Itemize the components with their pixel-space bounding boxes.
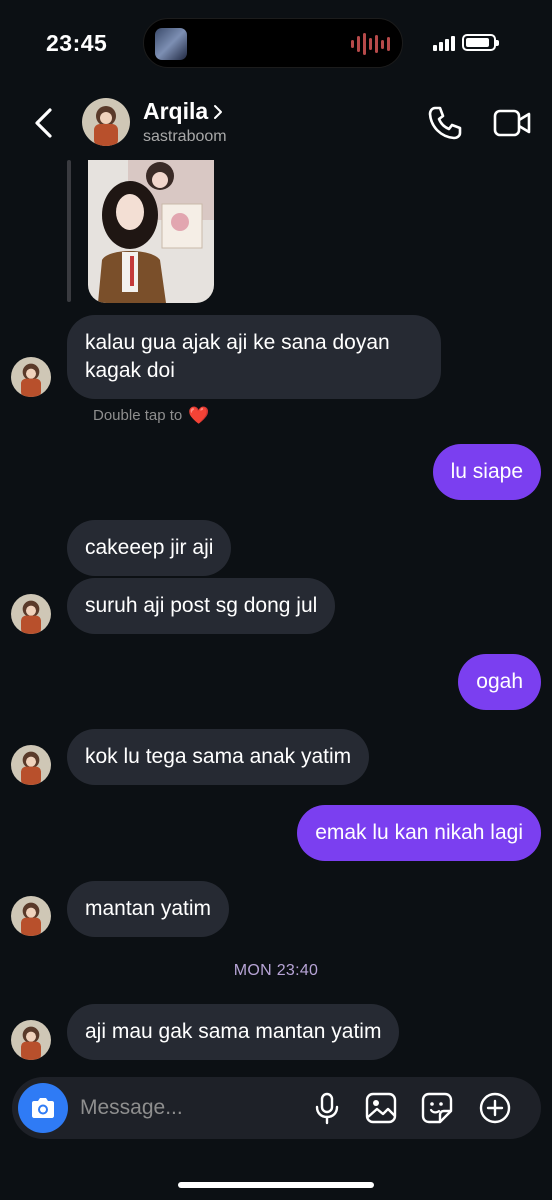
incoming-message[interactable]: mantan yatim [67,881,230,937]
battery-level [466,38,489,47]
now-playing-artwork [155,28,187,60]
home-indicator[interactable] [178,1182,374,1188]
sender-avatar[interactable] [11,594,51,634]
incoming-message[interactable]: cakeeep jir aji [67,520,232,576]
message-text: kok lu tega sama anak yatim [85,745,352,768]
outgoing-message[interactable]: lu siape [432,444,541,500]
plus-icon[interactable] [478,1091,512,1125]
status-icons [433,34,499,51]
contact-avatar[interactable] [82,98,130,146]
contact-name-row[interactable]: Arqila [143,98,224,125]
message-text: kalau gua ajak aji ke sana doyan [85,331,390,354]
chat-timestamp: MON 23:40 [233,962,319,979]
signal-icon [433,35,455,51]
phone-icon[interactable] [426,104,464,142]
status-time: 23:45 [46,30,108,56]
sender-avatar[interactable] [11,357,51,397]
message-text: aji mau gak sama mantan yatim [85,1020,382,1043]
outgoing-message[interactable]: ogah [458,654,541,710]
camera-icon [32,1098,54,1118]
microphone-icon[interactable] [310,1091,344,1125]
heart-icon: ❤️ [188,406,210,425]
sender-avatar[interactable] [11,745,51,785]
double-tap-text: Double tap to [93,407,183,424]
sticker-icon[interactable] [420,1091,454,1125]
dynamic-island[interactable] [143,18,403,68]
contact-name[interactable]: Arqila [143,98,208,125]
incoming-message[interactable]: kok lu tega sama anak yatim [67,729,370,785]
chevron-right-icon [214,104,223,119]
shared-photo[interactable] [88,160,214,303]
incoming-message[interactable]: kalau gua ajak aji ke sana doyan kagak d… [67,315,441,399]
battery-icon [462,34,499,51]
back-icon[interactable] [30,106,58,140]
reply-indicator [67,160,71,302]
incoming-message[interactable]: suruh aji post sg dong jul [67,578,336,634]
message-text: mantan yatim [85,897,212,920]
contact-handle: sastraboom [143,128,227,145]
audio-wave-icon [351,33,390,55]
message-text: cakeeep jir aji [85,536,214,559]
outgoing-message[interactable]: emak lu kan nikah lagi [297,805,541,861]
video-icon[interactable] [492,104,532,142]
sender-avatar[interactable] [11,1020,51,1060]
double-tap-hint: Double tap to ❤️ [93,407,209,424]
camera-button[interactable] [18,1083,68,1133]
gallery-icon[interactable] [364,1091,398,1125]
message-input[interactable] [80,1094,300,1122]
chat-screen: 23:45 Arqila sastraboom kalau gua ajak a… [0,0,552,1200]
message-text: lu siape [450,460,523,483]
message-text: emak lu kan nikah lagi [315,821,523,844]
incoming-message[interactable]: aji mau gak sama mantan yatim [67,1004,400,1060]
message-text: suruh aji post sg dong jul [85,594,318,617]
message-composer [12,1077,541,1139]
message-text: kagak doi [85,359,175,382]
sender-avatar[interactable] [11,896,51,936]
message-text: ogah [476,670,523,693]
